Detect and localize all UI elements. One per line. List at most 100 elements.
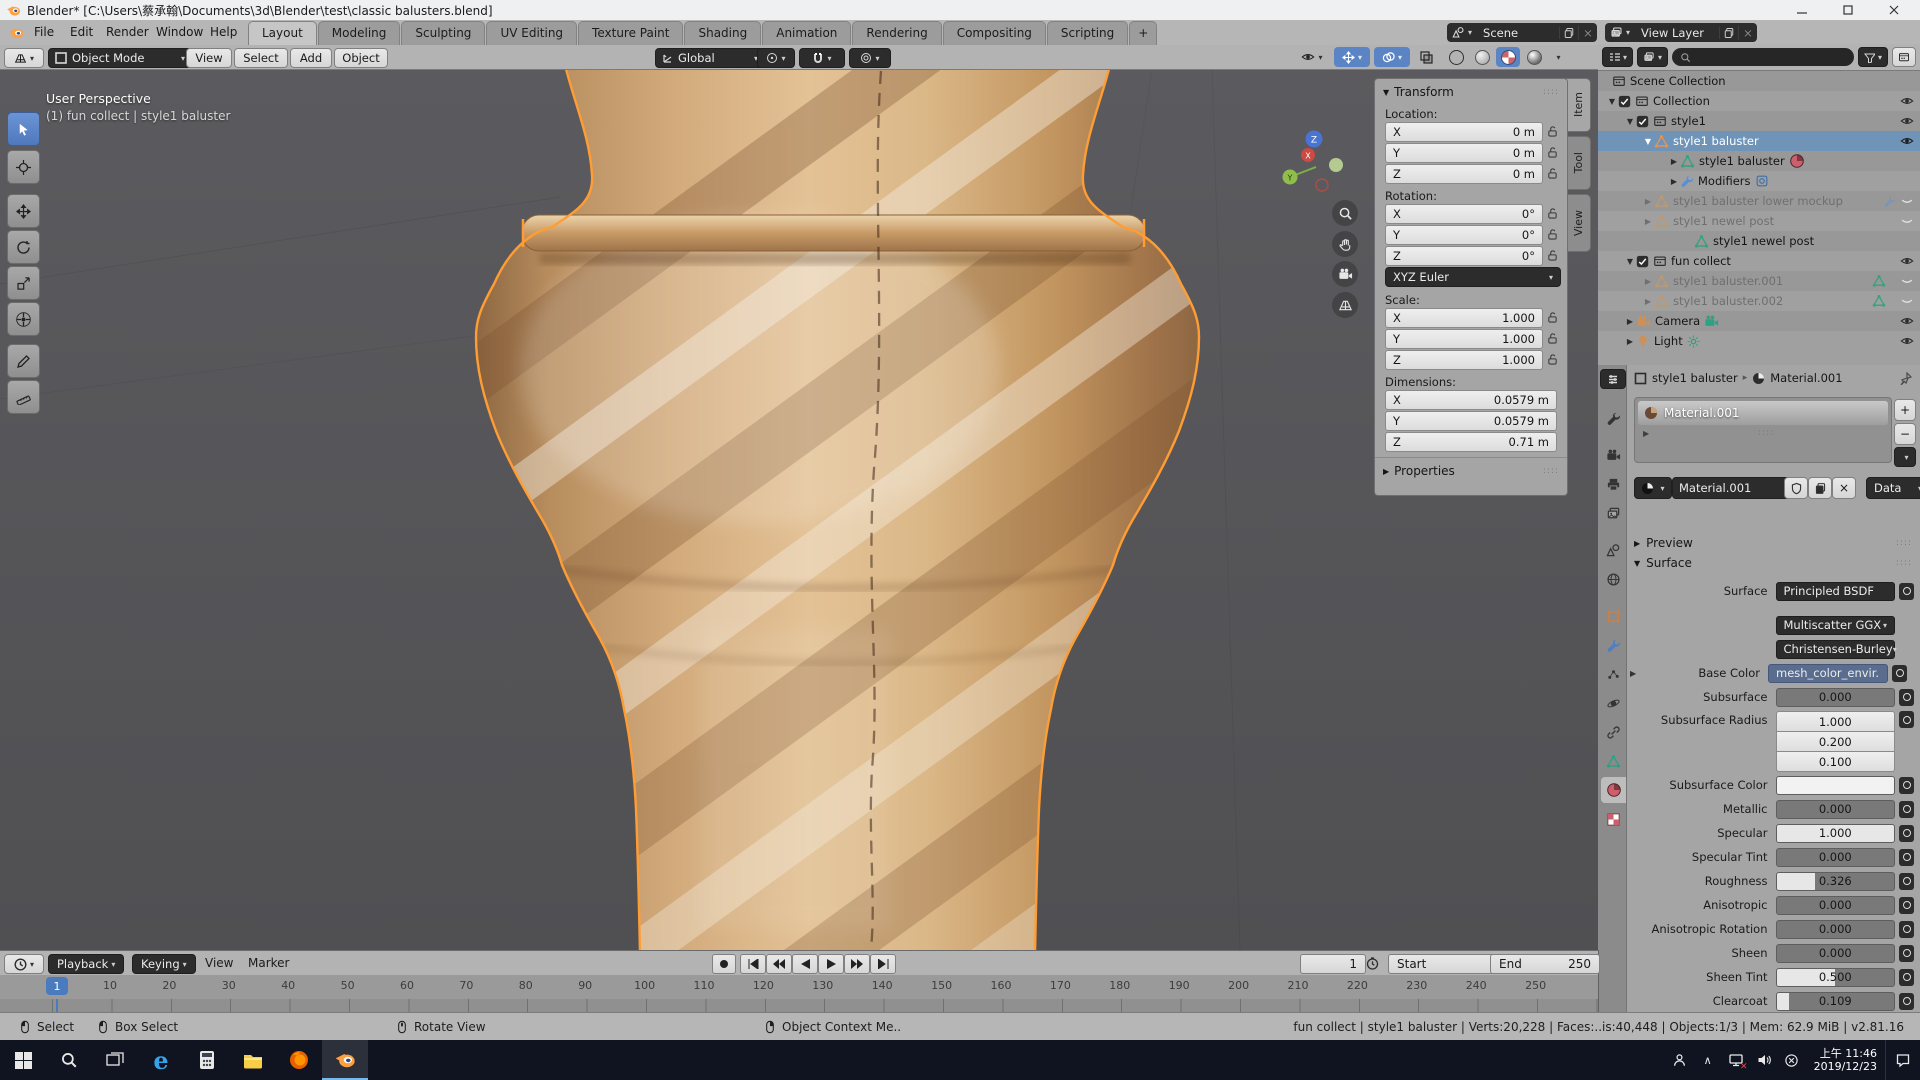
menu-view[interactable]: View: [186, 48, 232, 68]
jump-to-start-button[interactable]: [740, 954, 766, 974]
notification-center-icon[interactable]: [1885, 1040, 1920, 1080]
menu-add[interactable]: Add: [290, 48, 332, 68]
sidebar-tab-view[interactable]: View: [1566, 194, 1591, 252]
sheen-slider[interactable]: 0.000: [1776, 944, 1896, 963]
outliner-row-style1-baluster-data[interactable]: ▶ style1 baluster: [1598, 151, 1920, 171]
node-dot-button[interactable]: [1899, 897, 1914, 914]
roughness-slider[interactable]: 0.326: [1776, 872, 1896, 891]
eye-closed-icon[interactable]: [1900, 274, 1914, 288]
expand-arrow[interactable]: ▶: [1642, 277, 1654, 286]
show-overlays-toggle[interactable]: ▾: [1374, 47, 1410, 67]
perspective-toggle-button[interactable]: [1332, 292, 1358, 318]
node-dot-button[interactable]: [1899, 849, 1914, 866]
edge-icon[interactable]: e: [138, 1040, 184, 1080]
tab-compositing[interactable]: Compositing: [943, 21, 1046, 45]
tool-transform[interactable]: [7, 302, 40, 336]
tool-move[interactable]: [7, 194, 40, 228]
tab-uv-editing[interactable]: UV Editing: [486, 21, 577, 45]
camera-view-button[interactable]: [1332, 261, 1358, 287]
dimensions-y-field[interactable]: Y0.0579 m: [1385, 411, 1557, 431]
tool-cursor-3d[interactable]: [7, 150, 40, 184]
keying-menu[interactable]: Keying▾: [132, 954, 196, 974]
tool-select-box[interactable]: [7, 112, 40, 146]
preview-section-header[interactable]: ▶Preview ::::: [1626, 533, 1920, 553]
tab-scene[interactable]: [1601, 537, 1626, 563]
rotation-x-field[interactable]: X0°: [1385, 204, 1543, 224]
subsurface-slider[interactable]: 0.000: [1776, 688, 1896, 707]
add-slot-button[interactable]: +: [1894, 399, 1916, 421]
lock-icon[interactable]: [1543, 146, 1561, 159]
jump-to-end-button[interactable]: [870, 954, 896, 974]
eye-icon[interactable]: [1900, 314, 1914, 328]
dimensions-z-field[interactable]: Z0.71 m: [1385, 432, 1557, 452]
properties-subpanel-header[interactable]: Properties: [1394, 464, 1455, 478]
tab-output[interactable]: [1601, 471, 1626, 497]
clearcoat-slider[interactable]: 0.109: [1776, 992, 1896, 1011]
checkbox-icon[interactable]: [1636, 115, 1649, 128]
marker-menu[interactable]: Marker: [248, 956, 289, 970]
maximize-button[interactable]: [1828, 0, 1868, 20]
zoom-view-button[interactable]: [1332, 200, 1358, 226]
menu-edit[interactable]: Edit: [62, 20, 101, 44]
subsurface-color-swatch[interactable]: [1776, 776, 1896, 795]
pin-icon[interactable]: [1899, 371, 1912, 385]
expand-arrow-icon[interactable]: ▶: [1383, 467, 1389, 476]
specular-slider[interactable]: 1.000: [1776, 824, 1896, 843]
collapse-arrow-icon[interactable]: ▼: [1383, 88, 1389, 97]
material-name-field[interactable]: Material.001: [1672, 477, 1796, 499]
display-mode-dropdown[interactable]: ▾: [1602, 47, 1633, 67]
distribution-dropdown[interactable]: Multiscatter GGX▾: [1776, 616, 1896, 635]
blender-taskbar-icon[interactable]: [322, 1040, 368, 1080]
dismiss-icon[interactable]: [1778, 1040, 1806, 1080]
firefox-icon[interactable]: [276, 1040, 322, 1080]
tab-texture-paint[interactable]: Texture Paint: [578, 21, 683, 45]
remove-icon[interactable]: ×: [1738, 26, 1757, 40]
tool-rotate[interactable]: [7, 230, 40, 264]
outliner-row-scene-collection[interactable]: Scene Collection: [1598, 71, 1920, 91]
expand-arrow[interactable]: ▶: [1624, 337, 1636, 346]
tab-animation[interactable]: Animation: [762, 21, 851, 45]
task-view-button[interactable]: [92, 1040, 138, 1080]
view-layer-name[interactable]: View Layer: [1635, 26, 1719, 40]
filter-dropdown[interactable]: ▾: [1858, 47, 1888, 67]
add-workspace-button[interactable]: +: [1129, 21, 1157, 45]
rotation-z-field[interactable]: Z0°: [1385, 246, 1543, 266]
new-collection-button[interactable]: [1892, 47, 1916, 67]
tab-layout[interactable]: Layout: [248, 21, 317, 45]
sidebar-tab-item[interactable]: Item: [1566, 78, 1591, 132]
file-explorer-icon[interactable]: [230, 1040, 276, 1080]
shading-wireframe-button[interactable]: [1444, 47, 1468, 67]
viewport-3d[interactable]: ▾ Object Mode ▾ View Select Add Object G…: [0, 45, 1599, 950]
scale-y-field[interactable]: Y1.000: [1385, 329, 1543, 349]
scene-name[interactable]: Scene: [1477, 26, 1559, 40]
node-dot-button[interactable]: [1899, 921, 1914, 938]
radius-y-field[interactable]: 0.200: [1776, 731, 1896, 752]
close-button[interactable]: [1874, 0, 1914, 20]
tab-object-data[interactable]: [1601, 748, 1626, 774]
tab-material[interactable]: [1601, 777, 1626, 803]
network-icon[interactable]: ✕: [1722, 1040, 1750, 1080]
radius-x-field[interactable]: 1.000: [1776, 711, 1896, 732]
expand-arrow[interactable]: ▶: [1642, 297, 1654, 306]
eye-closed-icon[interactable]: [1900, 294, 1914, 308]
lock-icon[interactable]: [1543, 332, 1561, 345]
expand-arrow[interactable]: ▶: [1643, 429, 1649, 438]
expand-arrow[interactable]: ▶: [1668, 157, 1680, 166]
node-dot-button[interactable]: [1899, 945, 1914, 962]
outliner-row-style1[interactable]: ▼ style1: [1598, 111, 1920, 131]
eye-icon[interactable]: [1900, 254, 1914, 268]
subsurface-method-dropdown[interactable]: Christensen-Burley▾: [1776, 640, 1896, 659]
rotation-y-field[interactable]: Y0°: [1385, 225, 1543, 245]
menu-select[interactable]: Select: [234, 48, 288, 68]
snap-magnet-button[interactable]: ▾: [799, 48, 845, 68]
show-gizmo-toggle[interactable]: ▾: [1334, 47, 1370, 67]
tab-constraints[interactable]: [1601, 719, 1626, 745]
anisotropic-rotation-slider[interactable]: 0.000: [1776, 920, 1896, 939]
scale-z-field[interactable]: Z1.000: [1385, 350, 1543, 370]
unlink-icon[interactable]: ×: [1578, 26, 1597, 40]
copy-icon[interactable]: [1559, 27, 1578, 39]
start-button[interactable]: [0, 1040, 46, 1080]
move-view-button[interactable]: [1332, 231, 1358, 257]
data-dropdown[interactable]: Data▾: [1866, 477, 1920, 499]
menu-help[interactable]: Help: [202, 20, 245, 44]
